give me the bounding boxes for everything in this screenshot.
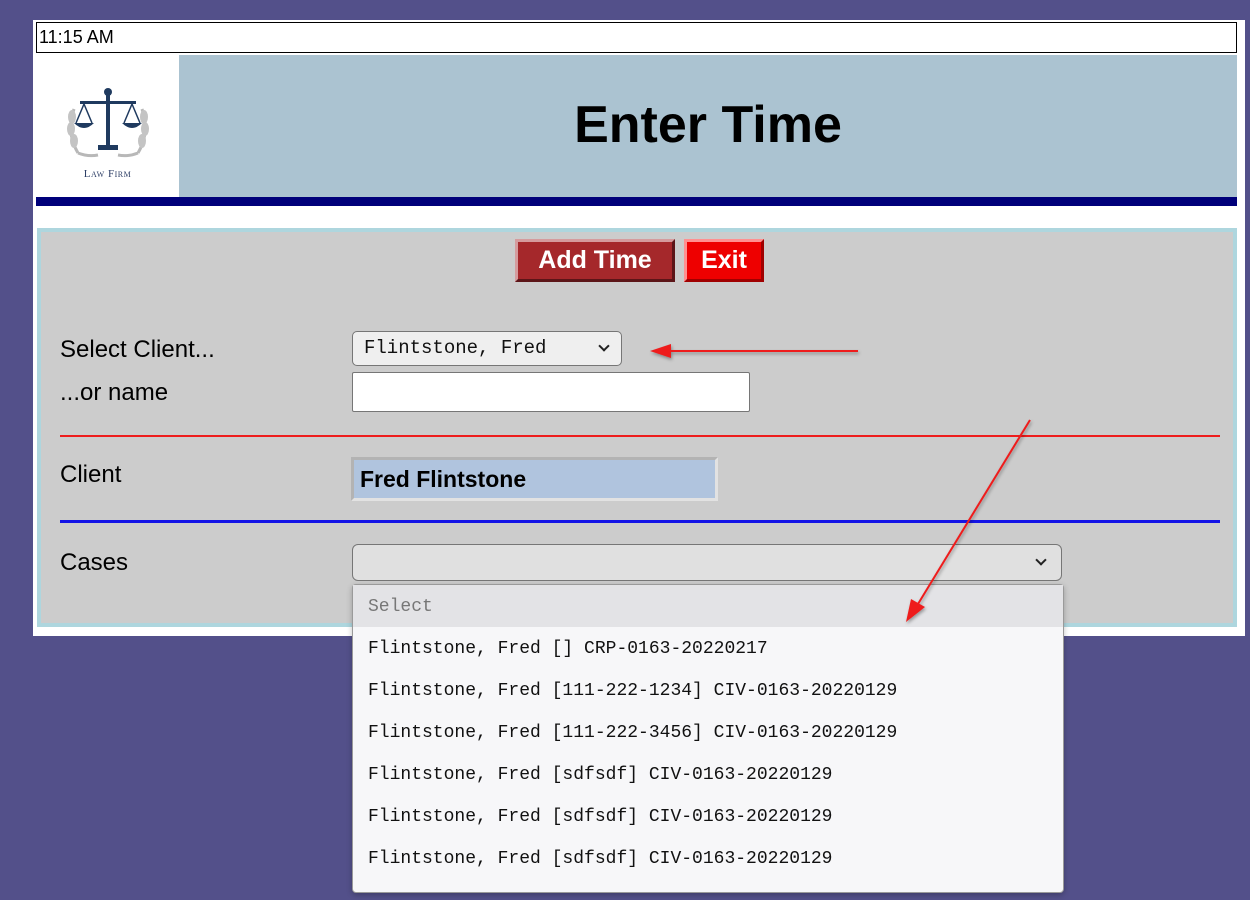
select-client-dropdown[interactable]: Flintstone, Fred [352, 331, 622, 366]
header-divider [36, 197, 1237, 206]
app-window: 11:15 AM Law Firm Enter Time Add Time Ex… [33, 20, 1245, 636]
dropdown-option[interactable]: Flintstone, Fred [111-222-1234] CIV-0163… [353, 669, 1063, 711]
dropdown-option[interactable]: Flintstone, Fred [] CRP-0163-20220217 [353, 627, 1063, 669]
chevron-down-icon [598, 340, 610, 352]
page-header: Law Firm Enter Time [36, 55, 1237, 197]
cases-dropdown-list: Select Flintstone, Fred [] CRP-0163-2022… [352, 584, 1064, 893]
select-client-value: Flintstone, Fred [364, 337, 547, 359]
dropdown-option[interactable]: Flintstone, Fred [111-222-3456] CIV-0163… [353, 711, 1063, 753]
clock-display: 11:15 AM [36, 22, 1237, 53]
client-name-input[interactable] [352, 372, 750, 412]
add-time-button[interactable]: Add Time [515, 239, 675, 282]
dropdown-option[interactable]: Flintstone, Fred [sdfsdf] CIV-0163-20220… [353, 795, 1063, 837]
dropdown-option[interactable]: Flintstone, Fred [sdfsdf] CIV-0163-20220… [353, 753, 1063, 795]
or-name-label: ...or name [60, 379, 169, 406]
exit-button[interactable]: Exit [684, 239, 764, 282]
client-label: Client [60, 461, 122, 488]
dropdown-option[interactable]: Flintstone, Fred [sdfsdf] CIV-0163-20220… [353, 837, 1063, 879]
select-client-label: Select Client... [60, 336, 215, 363]
client-display: Fred Flintstone [351, 457, 718, 501]
cases-dropdown[interactable] [352, 544, 1062, 581]
section-divider-blue [60, 520, 1220, 523]
section-divider-red [60, 435, 1220, 437]
law-firm-logo: Law Firm [36, 55, 179, 197]
scales-of-justice-icon [67, 88, 149, 158]
dropdown-option-select[interactable]: Select [353, 585, 1063, 627]
cases-label: Cases [60, 549, 129, 576]
page-title: Enter Time [574, 96, 842, 154]
chevron-down-icon [1035, 554, 1047, 566]
logo-text: Law Firm [83, 168, 132, 180]
